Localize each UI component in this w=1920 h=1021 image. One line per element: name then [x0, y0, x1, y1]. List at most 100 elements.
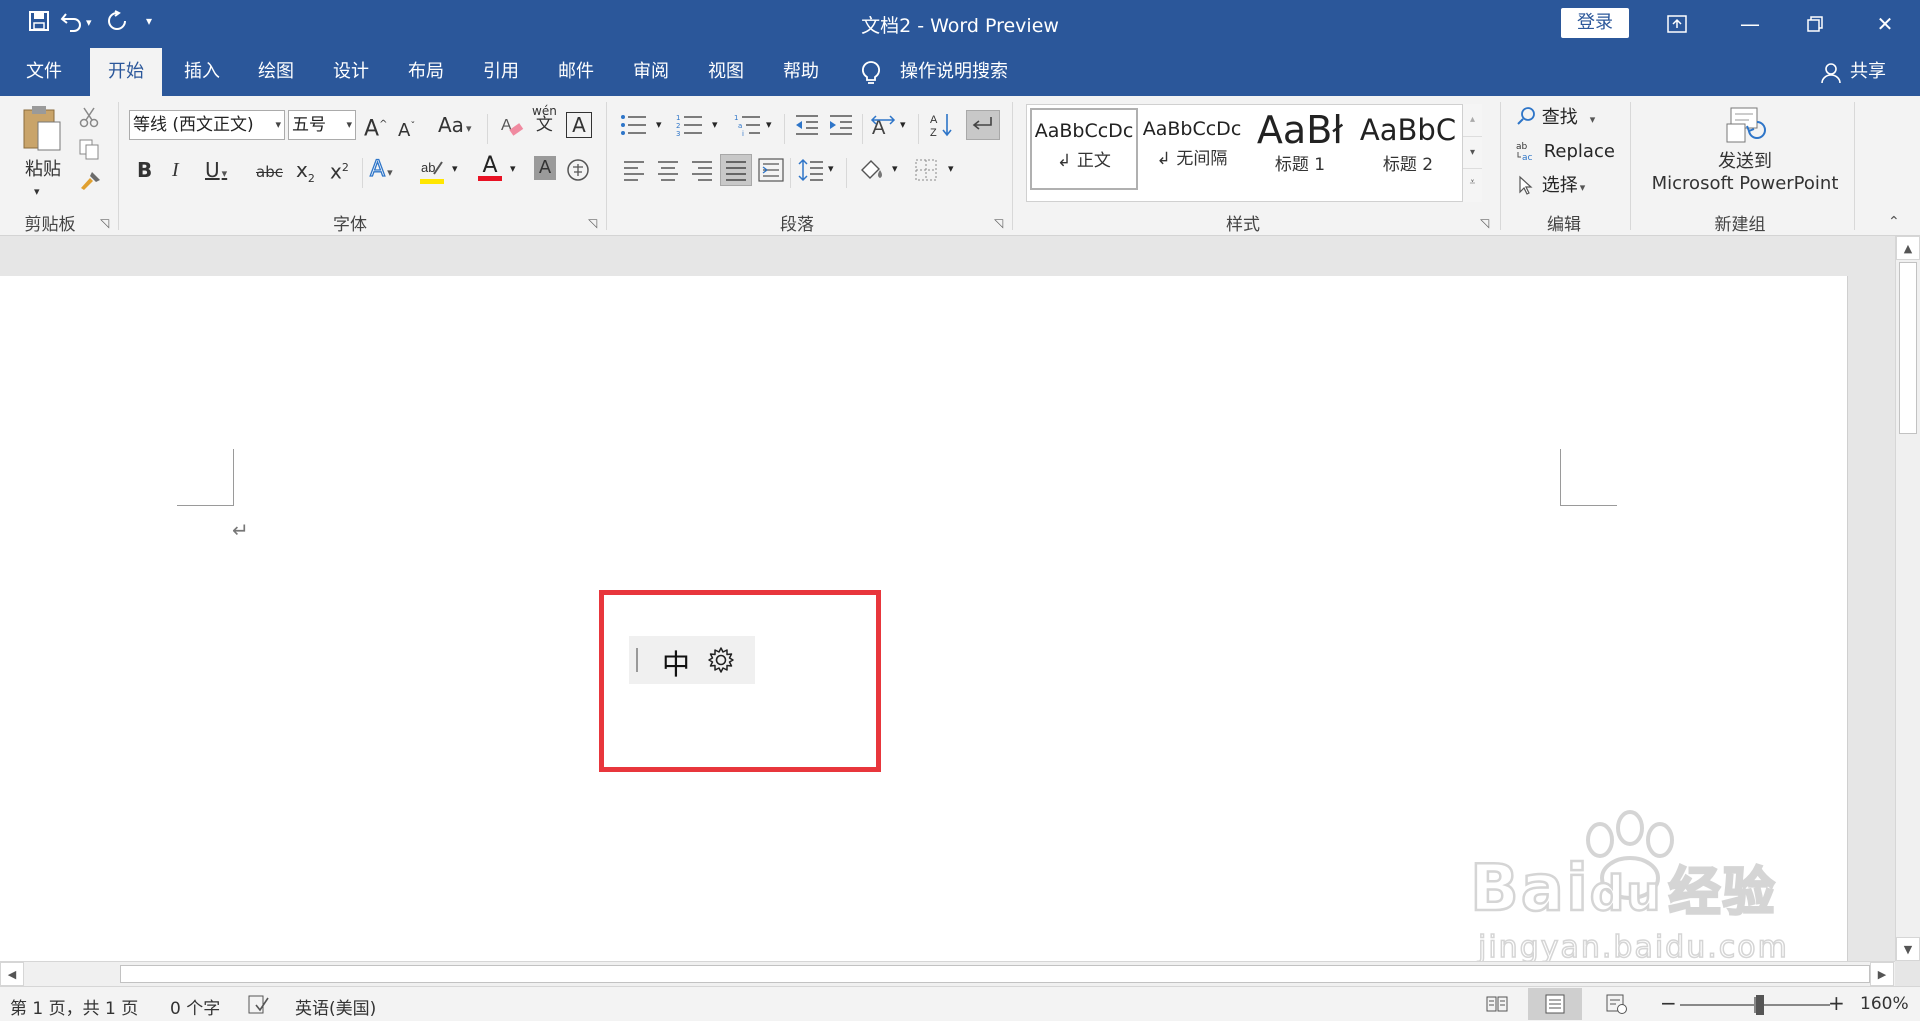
sort-icon[interactable]: AZ [930, 112, 954, 143]
chevron-down-icon[interactable]: ▾ [510, 162, 516, 175]
character-shading-button[interactable]: A [534, 156, 556, 180]
scroll-down-arrow-icon[interactable]: ▼ [1896, 937, 1920, 961]
lightbulb-icon[interactable] [860, 60, 882, 91]
line-spacing-icon[interactable] [798, 158, 824, 187]
zoom-slider-thumb[interactable] [1756, 995, 1764, 1015]
select-button[interactable]: 选择 ▾ [1516, 172, 1585, 200]
character-border-button[interactable]: A [566, 112, 592, 138]
copy-icon[interactable] [78, 138, 100, 165]
cut-icon[interactable] [78, 106, 100, 133]
decrease-indent-icon[interactable] [794, 114, 820, 141]
align-left-icon[interactable] [622, 160, 646, 187]
tab-layout[interactable]: 布局 [396, 48, 456, 96]
share-button[interactable]: 共享 [1850, 48, 1886, 96]
paragraph-launcher-icon[interactable]: ◹ [994, 216, 1003, 230]
style-heading-2[interactable]: AaBbC 标题 2 [1354, 108, 1462, 190]
chinese-layout-icon[interactable]: A [870, 114, 896, 143]
minimize-icon[interactable]: — [1730, 8, 1770, 40]
chevron-down-icon[interactable]: ▾ [948, 162, 954, 175]
styles-launcher-icon[interactable]: ◹ [1480, 216, 1489, 230]
bold-button[interactable]: B [137, 156, 152, 184]
zoom-out-icon[interactable]: − [1660, 991, 1677, 1015]
tab-draw[interactable]: 绘图 [246, 48, 306, 96]
distributed-icon[interactable] [758, 158, 784, 187]
tab-help[interactable]: 帮助 [771, 48, 831, 96]
font-launcher-icon[interactable]: ◹ [588, 216, 597, 230]
tab-view[interactable]: 视图 [696, 48, 756, 96]
numbering-icon[interactable]: 123 [676, 114, 704, 141]
page-count[interactable]: 第 1 页，共 1 页 [10, 994, 138, 1019]
tell-me-search[interactable]: 操作说明搜索 [900, 48, 1008, 96]
style-heading-1[interactable]: AaBł 标题 1 [1246, 108, 1354, 190]
borders-icon[interactable] [914, 158, 938, 187]
more-styles-icon[interactable]: ⩡ [1463, 168, 1482, 200]
ime-toolbar[interactable]: 中 [629, 636, 755, 684]
zoom-level[interactable]: 160% [1860, 994, 1909, 1014]
send-to-powerpoint-button[interactable]: 发送到 Microsoft PowerPoint [1640, 104, 1850, 204]
language-indicator[interactable]: 英语(美国) [295, 994, 376, 1019]
restore-icon[interactable] [1795, 8, 1835, 40]
person-icon[interactable] [1820, 62, 1842, 89]
align-right-icon[interactable] [690, 160, 714, 187]
paste-button[interactable]: 粘贴 ▾ [20, 104, 70, 198]
chevron-down-icon[interactable]: ▾ [900, 118, 906, 131]
zoom-in-icon[interactable]: + [1828, 991, 1845, 1015]
tab-mailings[interactable]: 邮件 [546, 48, 606, 96]
chevron-down-icon[interactable]: ▾ [766, 118, 772, 131]
chevron-down-icon[interactable]: ▾ [452, 162, 458, 175]
enclose-characters-icon[interactable] [566, 158, 590, 187]
scroll-up-arrow-icon[interactable]: ▲ [1896, 236, 1920, 260]
strikethrough-button[interactable]: abc [256, 158, 283, 186]
tab-home[interactable]: 开始 [90, 48, 162, 96]
shrink-font-button[interactable]: Aˇ [398, 113, 415, 145]
vertical-scroll-thumb[interactable] [1899, 262, 1917, 434]
proofing-icon[interactable] [248, 995, 270, 1020]
scroll-right-arrow-icon[interactable]: ▶ [1870, 962, 1894, 986]
tab-design[interactable]: 设计 [321, 48, 381, 96]
scroll-down-icon[interactable]: ▾ [1463, 136, 1482, 168]
tab-insert[interactable]: 插入 [172, 48, 232, 96]
chevron-down-icon[interactable]: ▾ [712, 118, 718, 131]
text-effects-button[interactable]: A ▾ [369, 156, 392, 187]
multilevel-list-icon[interactable]: 1ai [734, 114, 762, 141]
text-highlight-icon[interactable]: ab [420, 158, 446, 191]
tab-file[interactable]: 文件 [14, 48, 74, 96]
word-count[interactable]: 0 个字 [170, 994, 220, 1019]
superscript-button[interactable]: x2 [330, 154, 349, 186]
tab-review[interactable]: 审阅 [621, 48, 681, 96]
login-button[interactable]: 登录 [1561, 8, 1629, 38]
ime-mode-toggle[interactable]: 中 [662, 643, 690, 683]
vertical-scrollbar[interactable]: ▲ ▼ [1895, 236, 1920, 961]
format-painter-icon[interactable] [78, 170, 102, 197]
clipboard-launcher-icon[interactable]: ◹ [100, 216, 109, 230]
justify-button[interactable] [720, 154, 752, 186]
gear-icon[interactable] [707, 646, 735, 679]
font-size-combo[interactable]: 五号 ▾ [288, 110, 356, 140]
phonetic-guide-button[interactable]: wén 文 [532, 104, 557, 134]
find-button[interactable]: 查找 ▾ [1516, 104, 1595, 132]
align-center-icon[interactable] [656, 160, 680, 187]
collapse-ribbon-icon[interactable]: ⌃ [1888, 214, 1900, 230]
scroll-left-arrow-icon[interactable]: ◀ [0, 962, 24, 986]
ime-drag-handle[interactable] [636, 648, 638, 672]
clear-formatting-icon[interactable]: A [499, 114, 525, 143]
replace-button[interactable]: ab ac Replace [1516, 138, 1615, 166]
tab-references[interactable]: 引用 [471, 48, 531, 96]
italic-button[interactable]: I [172, 156, 179, 184]
change-case-button[interactable]: Aa ▾ [438, 111, 471, 143]
font-color-button[interactable]: A [478, 152, 502, 181]
ribbon-display-options-icon[interactable] [1657, 8, 1697, 40]
paste-dropdown-icon[interactable]: ▾ [34, 178, 40, 206]
grow-font-button[interactable]: A^ [364, 111, 387, 143]
chevron-down-icon[interactable]: ▾ [828, 162, 834, 175]
read-mode-icon[interactable] [1486, 995, 1508, 1018]
paragraph-shading-icon[interactable] [858, 156, 886, 187]
show-formatting-marks-button[interactable] [966, 110, 1000, 140]
style-normal[interactable]: AaBbCcDc ↲ 正文 [1030, 108, 1138, 190]
subscript-button[interactable]: x2 [296, 156, 315, 193]
chevron-down-icon[interactable]: ▾ [892, 162, 898, 175]
underline-button[interactable]: U ▾ [205, 156, 227, 188]
close-icon[interactable]: ✕ [1865, 8, 1905, 40]
print-layout-button[interactable] [1528, 988, 1582, 1020]
horizontal-scroll-thumb[interactable] [120, 965, 1870, 983]
